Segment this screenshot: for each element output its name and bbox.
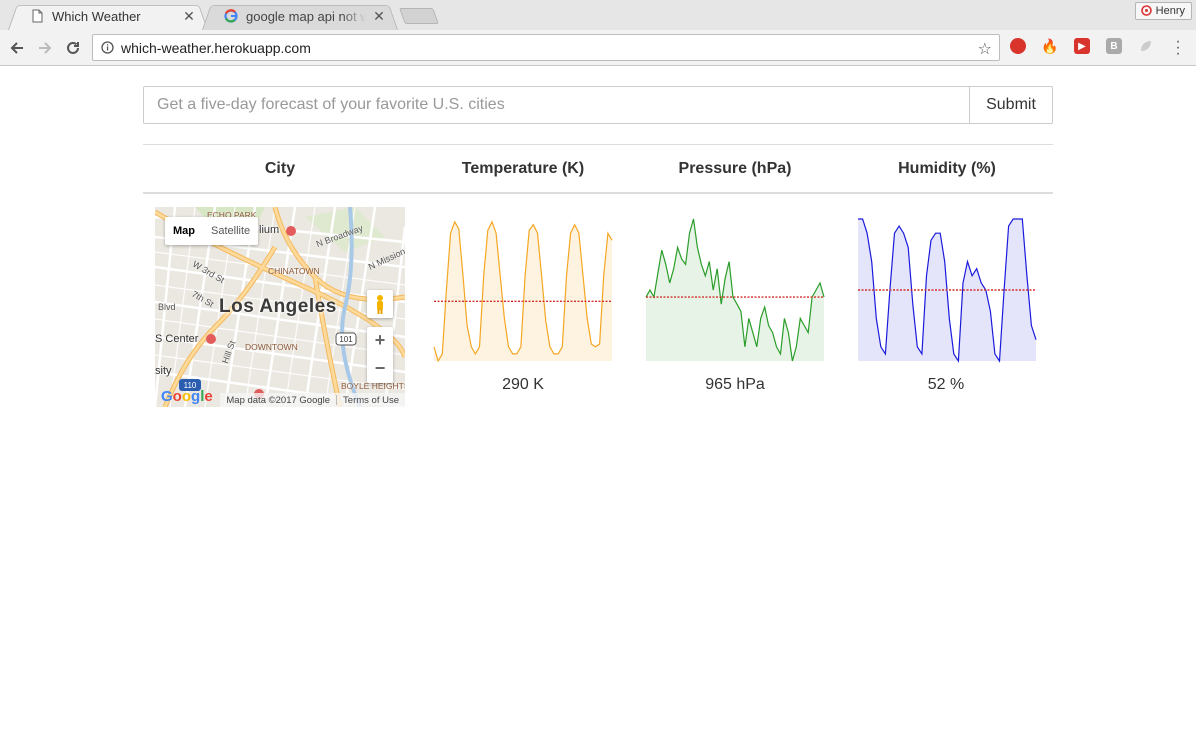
humidity-current: 52 % bbox=[927, 376, 965, 393]
humidity-chart bbox=[858, 218, 1037, 363]
temperature-chart bbox=[433, 220, 613, 363]
sparkline-charts bbox=[433, 218, 1037, 363]
temperature-current: 290 K bbox=[502, 376, 544, 393]
pressure-current: 965 hPa bbox=[705, 376, 765, 393]
temperature-area bbox=[434, 221, 612, 361]
pressure-chart bbox=[645, 218, 825, 362]
